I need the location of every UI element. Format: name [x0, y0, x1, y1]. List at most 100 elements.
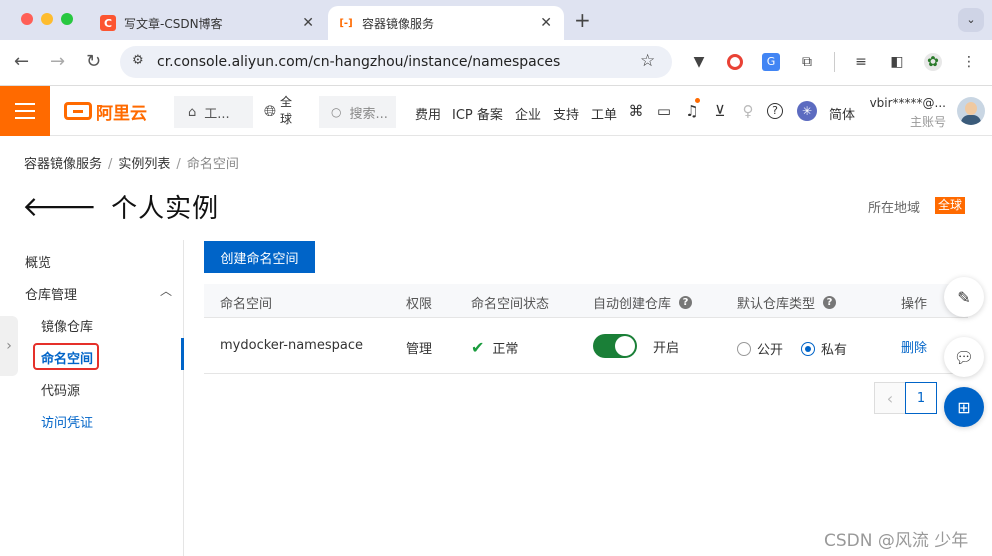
account-role: 主账号: [909, 115, 946, 129]
apps-grid-icon[interactable]: ⊞: [944, 387, 984, 427]
column-header-status: 命名空间状态: [471, 297, 550, 312]
lightbulb-icon[interactable]: ♀: [739, 102, 757, 120]
status-cell: ✔ 正常: [471, 338, 518, 357]
check-icon: ✔: [471, 338, 485, 357]
chat-icon[interactable]: 💬︎: [944, 337, 984, 377]
chrome-extension-icon[interactable]: [727, 54, 743, 70]
table-header: 命名空间 权限 命名空间状态 自动创建仓库? 默认仓库类型? 操作: [204, 284, 968, 318]
minimize-window-dot[interactable]: [41, 13, 53, 25]
notification-bell-icon[interactable]: ♫: [683, 102, 701, 120]
tab-search-icon[interactable]: ⌄: [958, 8, 984, 32]
edit-feedback-icon[interactable]: ✎: [944, 277, 984, 317]
close-tab-icon[interactable]: ✕: [540, 15, 552, 31]
pagination-prev-button[interactable]: ‹: [874, 382, 906, 414]
active-indicator: [181, 338, 184, 370]
tab-csdn[interactable]: C 写文章-CSDN博客 ✕: [90, 6, 326, 40]
browser-tab-bar: C 写文章-CSDN博客 ✕ [-] 容器镜像服务 ✕ + ⌄: [0, 0, 992, 40]
bookmark-star-icon[interactable]: ☆: [640, 51, 655, 71]
assistant-icon[interactable]: ✳: [797, 101, 817, 121]
extensions-puzzle-icon[interactable]: ⧉: [798, 53, 816, 71]
radio-private-circle[interactable]: [801, 341, 815, 356]
help-icon[interactable]: ?: [767, 103, 783, 119]
back-arrow-icon[interactable]: 🡐: [22, 189, 97, 223]
close-tab-icon[interactable]: ✕: [302, 15, 314, 31]
radio-public-label: 公开: [757, 343, 784, 358]
tab-title: 写文章-CSDN博客: [124, 16, 223, 31]
toolbar-divider: [834, 52, 835, 72]
side-panel-icon[interactable]: ◧: [888, 53, 906, 71]
browser-menu-icon[interactable]: ⋮: [960, 53, 978, 71]
region-badge: 全球: [935, 197, 966, 214]
maximize-window-dot[interactable]: [61, 13, 73, 25]
search-icon: ○: [331, 105, 342, 119]
language-switch[interactable]: 简体: [829, 104, 855, 123]
page-title: 个人实例: [111, 193, 220, 224]
url-field[interactable]: ⚙ cr.console.aliyun.com/cn-hangzhou/inst…: [120, 46, 672, 78]
tab-container-registry[interactable]: [-] 容器镜像服务 ✕: [328, 6, 564, 40]
sidebar-item-overview[interactable]: 概览: [25, 252, 51, 271]
column-header-default-type: 默认仓库类型?: [737, 293, 837, 312]
auto-create-toggle[interactable]: [593, 334, 637, 358]
radio-private-label: 私有: [821, 343, 848, 358]
close-window-dot[interactable]: [21, 13, 33, 25]
help-question-icon[interactable]: ?: [823, 296, 837, 309]
tab-title: 容器镜像服务: [362, 16, 435, 31]
reload-icon[interactable]: ↻: [86, 52, 101, 72]
radio-private[interactable]: 私有: [801, 339, 847, 358]
pagination-page-button[interactable]: 1: [905, 382, 937, 414]
region-selector[interactable]: 🌐︎ 全 球: [264, 94, 292, 128]
region-label-line2: 球: [280, 112, 293, 126]
sidebar-collapse-toggle[interactable]: ›: [0, 316, 18, 376]
sidebar-item-code-source[interactable]: 代码源: [41, 380, 80, 399]
create-namespace-button[interactable]: 创建命名空间: [204, 241, 315, 273]
workbench-button[interactable]: ⌂ 工...: [174, 96, 253, 128]
back-icon[interactable]: ←: [14, 52, 29, 72]
media-control-icon[interactable]: ≡: [852, 53, 870, 71]
search-input[interactable]: ○ 搜索...: [319, 96, 396, 128]
workbench-label: 工...: [204, 106, 230, 122]
nav-ticket[interactable]: 工单: [591, 104, 617, 123]
nav-enterprise[interactable]: 企业: [515, 104, 541, 123]
radio-public-circle[interactable]: [737, 341, 751, 356]
nav-billing[interactable]: 费用: [415, 104, 441, 123]
chevron-up-icon[interactable]: ︿: [160, 282, 172, 299]
account-menu[interactable]: vbir*****@... 主账号: [868, 96, 946, 130]
profile-avatar-icon[interactable]: ✿: [924, 53, 942, 71]
terminal-icon[interactable]: ▭: [655, 102, 673, 120]
column-header-label: 默认仓库类型: [737, 297, 816, 312]
nav-support[interactable]: 支持: [553, 104, 579, 123]
account-name: vbir*****@...: [869, 96, 946, 110]
breadcrumb-item[interactable]: 实例列表: [118, 157, 170, 172]
sidebar-item-access-credential[interactable]: 访问凭证: [41, 412, 93, 431]
radio-public[interactable]: 公开: [737, 339, 783, 358]
aliyun-logo[interactable]: 阿里云: [64, 100, 147, 124]
page-header: 🡐 个人实例: [22, 186, 219, 226]
column-header-actions: 操作: [901, 297, 928, 312]
column-header-permission: 权限: [406, 297, 433, 312]
globe-icon: 🌐︎: [264, 102, 277, 120]
sidebar-group-repo-management[interactable]: 仓库管理: [25, 284, 77, 303]
code-icon[interactable]: ⌘: [627, 102, 645, 120]
forward-icon[interactable]: →: [50, 52, 65, 72]
namespace-name: mydocker-namespace: [220, 338, 363, 353]
url-text: cr.console.aliyun.com/cn-hangzhou/instan…: [157, 54, 561, 70]
site-settings-icon[interactable]: ⚙: [132, 53, 144, 68]
translate-extension-icon[interactable]: G: [762, 53, 780, 71]
search-placeholder: 搜索...: [349, 106, 388, 122]
breadcrumb-item[interactable]: 容器镜像服务: [24, 157, 102, 172]
sidebar: 概览 仓库管理 ︿ 镜像仓库 命名空间 代码源 访问凭证: [0, 240, 184, 556]
nav-icp[interactable]: ICP 备案: [452, 104, 503, 123]
column-header-auto-create: 自动创建仓库?: [593, 293, 693, 312]
region-label-line1: 全: [280, 95, 293, 109]
column-header-namespace: 命名空间: [220, 297, 273, 312]
hamburger-menu-icon[interactable]: [0, 86, 50, 136]
region-label: 所在地域: [868, 201, 921, 216]
address-bar-row: ← → ↻ ⚙ cr.console.aliyun.com/cn-hangzho…: [0, 40, 992, 86]
sidebar-item-image-repo[interactable]: 镜像仓库: [41, 316, 93, 335]
cart-icon[interactable]: ⊻: [711, 102, 729, 120]
help-question-icon[interactable]: ?: [679, 296, 693, 309]
delete-link[interactable]: 删除: [901, 337, 927, 356]
vpn-extension-icon[interactable]: ▼: [690, 53, 708, 71]
new-tab-button[interactable]: +: [574, 8, 591, 32]
user-avatar[interactable]: [957, 97, 985, 125]
